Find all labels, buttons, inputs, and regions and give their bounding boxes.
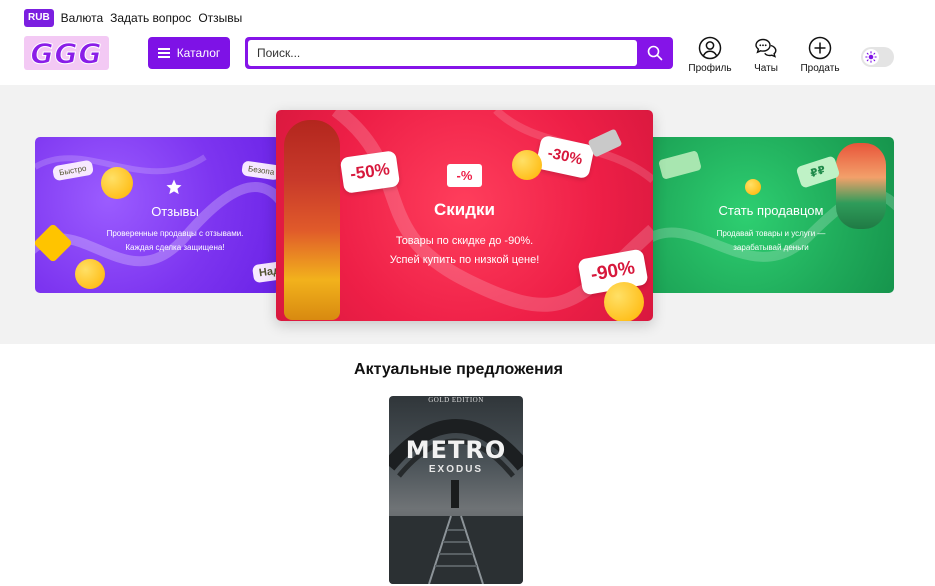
banner-become-seller[interactable]: ₽₽ Стать продавцом Продавай товары и усл… <box>648 137 894 293</box>
profile-button[interactable]: Профиль <box>686 36 734 74</box>
sun-icon <box>865 51 877 63</box>
sell-label: Продать <box>800 63 840 74</box>
banner-seller-text-2: зарабатывай деньги <box>733 243 809 252</box>
banner-reviews-text-2: Каждая сделка защищена! <box>125 243 225 252</box>
search-button[interactable] <box>637 37 673 69</box>
thumbs-up-icon <box>75 259 105 289</box>
sell-button[interactable]: Продать <box>798 36 842 74</box>
discount-badge: -% <box>446 164 483 187</box>
currency-badge[interactable]: RUB <box>24 9 54 27</box>
banner-seller-text-1: Продавай товары и услуги — <box>716 229 826 238</box>
reviews-link[interactable]: Отзывы <box>198 11 242 25</box>
money-emoji-icon <box>745 179 761 195</box>
product-card[interactable]: GOLD EDITION METRO EXODUS <box>389 396 523 584</box>
chat-icon <box>755 38 777 58</box>
smile-emoji-icon <box>604 282 644 321</box>
chats-button[interactable]: Чаты <box>750 36 782 74</box>
character-illustration <box>284 120 340 320</box>
theme-toggle[interactable] <box>861 47 894 67</box>
menu-icon <box>157 48 170 58</box>
user-icon <box>698 36 722 60</box>
ask-question-link[interactable]: Задать вопрос <box>110 11 191 25</box>
toggle-knob <box>863 49 879 65</box>
search-icon <box>647 45 663 61</box>
section-title: Актуальные предложения <box>354 361 563 378</box>
catalog-label: Каталог <box>176 46 221 60</box>
banner-reviews-text-1: Проверенные продавцы с отзывами. <box>106 229 244 238</box>
banner-discounts-text-2: Успей купить по низкой цене! <box>389 254 540 266</box>
banner-discounts-text-1: Товары по скидке до -90%. <box>395 235 534 247</box>
banner-reviews-title: Отзывы <box>151 204 199 219</box>
chats-label: Чаты <box>754 63 778 74</box>
plus-circle-icon <box>808 36 832 60</box>
banner-discounts-title: Скидки <box>434 200 495 219</box>
product-cover-art <box>389 419 523 584</box>
currency-link[interactable]: Валюта <box>61 11 103 25</box>
product-title: METRO <box>405 436 507 464</box>
search-input[interactable] <box>248 40 637 66</box>
smile-emoji-icon <box>101 167 133 199</box>
logo-text: GGG <box>30 36 103 70</box>
product-subtitle: EXODUS <box>428 464 484 475</box>
catalog-button[interactable]: Каталог <box>148 37 230 69</box>
top-strip: RUB Валюта Задать вопрос Отзывы <box>24 8 242 28</box>
star-icon <box>166 179 182 195</box>
profile-label: Профиль <box>688 63 732 74</box>
product-edition: GOLD EDITION <box>428 396 484 404</box>
search-bar <box>245 37 673 69</box>
banner-discounts[interactable]: -50% -30% -90% -% Скидки Товары по скидк… <box>276 110 653 321</box>
site-logo[interactable]: GGG <box>24 36 109 70</box>
banner-reviews[interactable]: Быстро Безопа Над Отзывы Проверенные про… <box>35 137 280 293</box>
banner-seller-title: Стать продавцом <box>718 203 824 218</box>
